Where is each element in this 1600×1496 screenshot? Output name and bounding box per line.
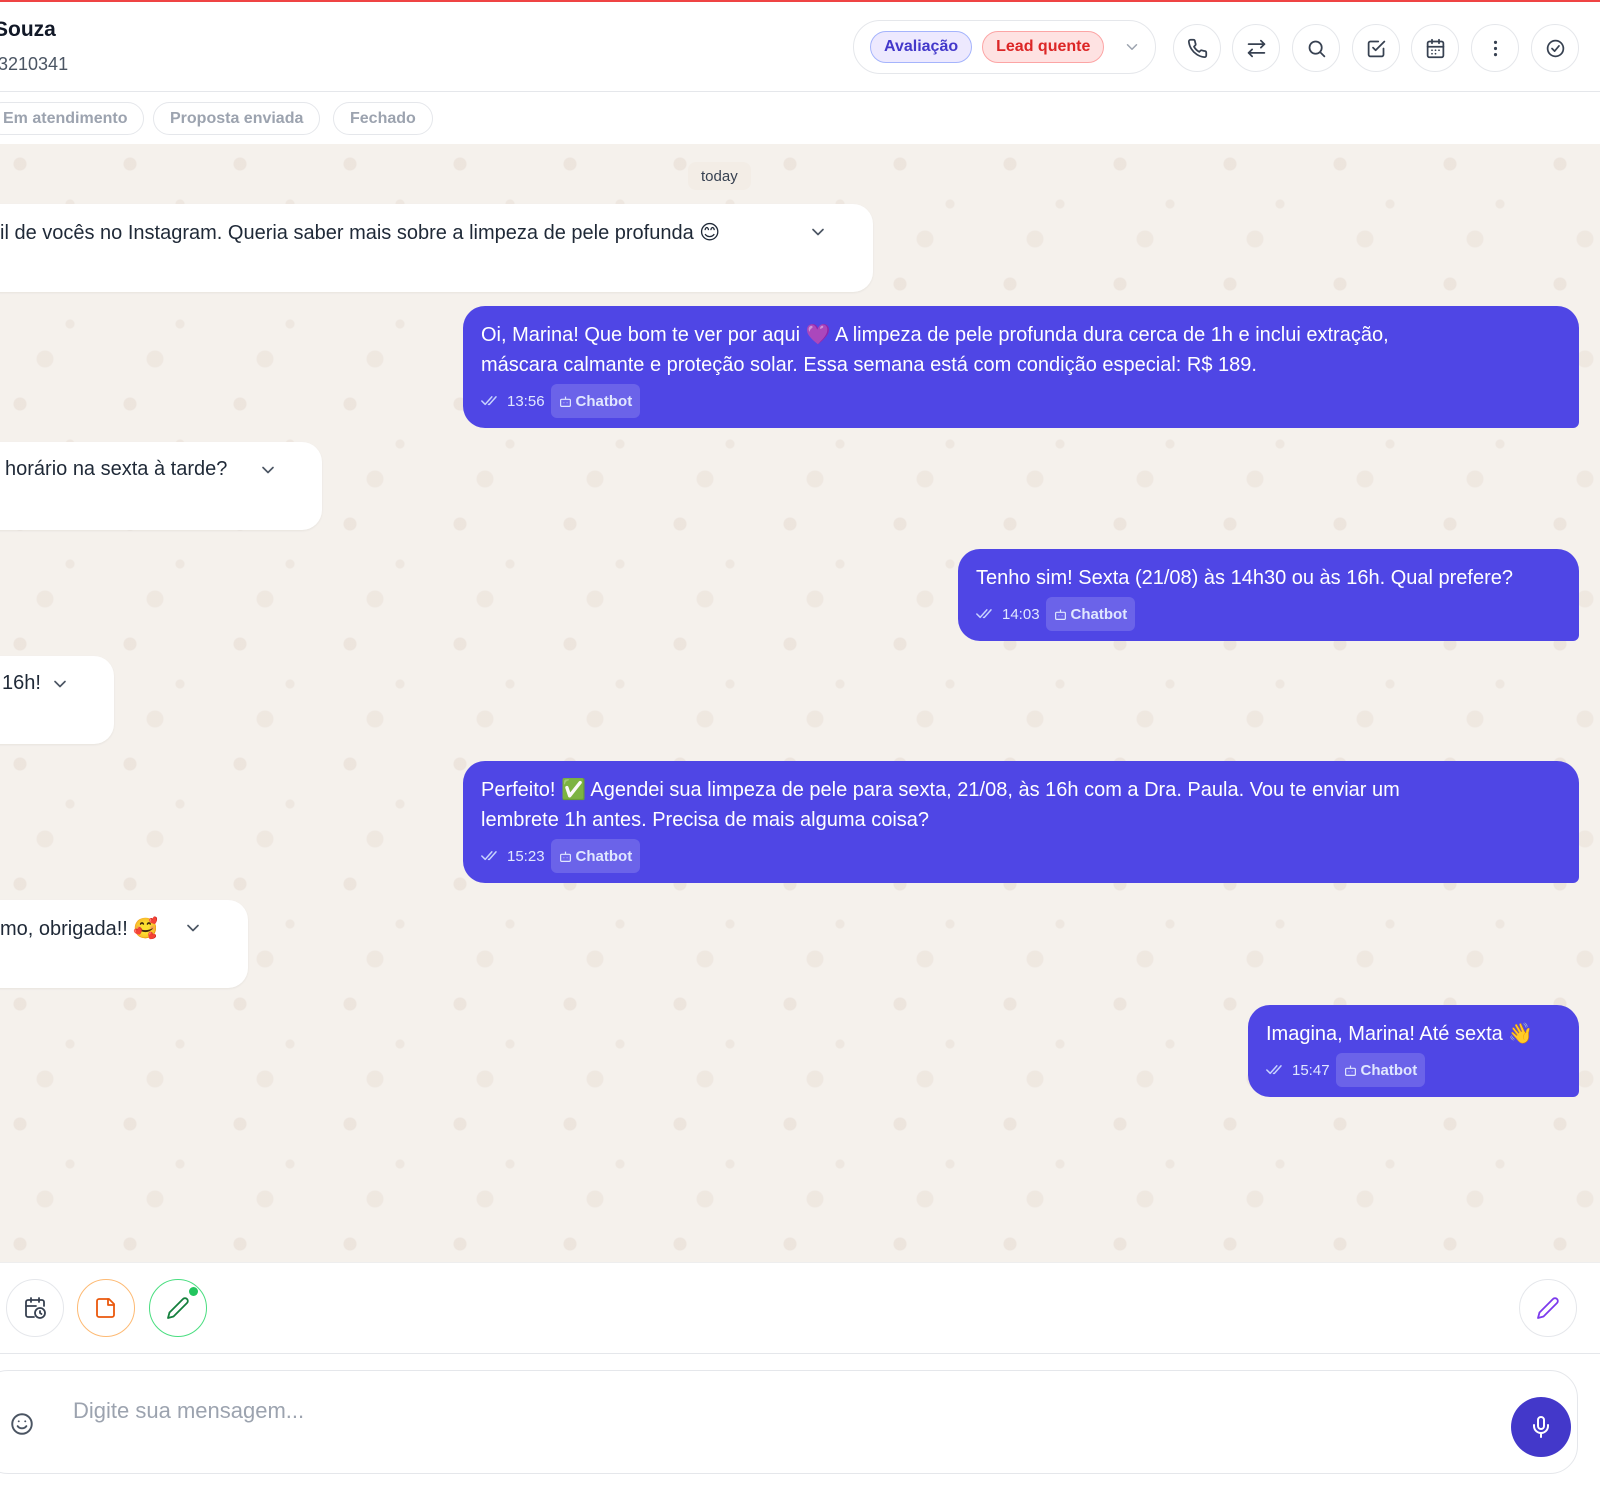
message-time: 13:56: [507, 392, 545, 410]
chevron-down-icon[interactable]: [1122, 37, 1142, 57]
task-check-icon: [1367, 40, 1385, 57]
incoming-message: il de vocês no Instagram. Queria saber m…: [0, 204, 873, 292]
message-time: 15:23: [507, 847, 545, 865]
phone-icon: [1187, 38, 1207, 58]
bot-icon: [559, 396, 571, 407]
edit-pencil-icon: [167, 1297, 189, 1319]
incoming-message: mo, obrigada!! 🥰: [0, 900, 248, 988]
chevron-down-icon[interactable]: [50, 674, 70, 694]
chat-header: Souza 3210341 Avaliação Lead quente: [0, 2, 1600, 92]
date-separator: today: [688, 162, 751, 190]
contact-name: Souza: [0, 18, 56, 41]
calendar-button[interactable]: [1411, 24, 1459, 72]
message-input[interactable]: [73, 1391, 1373, 1431]
transfer-button[interactable]: [1232, 24, 1280, 72]
stage-fechado[interactable]: Fechado: [333, 102, 433, 135]
signature-pencil-icon: [1537, 1297, 1559, 1319]
double-check-icon: [1266, 1065, 1282, 1075]
chevron-down-icon[interactable]: [808, 222, 828, 242]
outgoing-line: Tenho sim! Sexta (21/08) às 14h30 ou às …: [976, 567, 1514, 589]
message-meta: 15:47 Chatbot: [1266, 1053, 1426, 1087]
outgoing-message: Perfeito! ✅ Agendei sua limpeza de pele …: [463, 761, 1579, 883]
outgoing-line: Oi, Marina! Que bom te ver por aqui 💜 A …: [481, 324, 1389, 346]
chatbot-badge-label: Chatbot: [1070, 605, 1128, 623]
tag-avaliacao[interactable]: Avaliação: [870, 31, 973, 63]
search-icon: [1308, 40, 1325, 57]
outgoing-line: lembrete 1h antes. Precisa de mais algum…: [481, 809, 930, 831]
resolve-check-icon: [1546, 39, 1564, 57]
incoming-message-text: mo, obrigada!! 🥰: [0, 918, 159, 940]
stage-bar: Em atendimento Proposta enviada Fechado: [0, 92, 1600, 144]
outgoing-message-text: Tenho sim! Sexta (21/08) às 14h30 ou às …: [976, 563, 1513, 593]
message-time: 15:47: [1292, 1061, 1330, 1079]
outgoing-message-text: Perfeito! ✅ Agendei sua limpeza de pele …: [481, 775, 1400, 835]
chatbot-badge: Chatbot: [550, 384, 641, 418]
more-vertical-icon: [1493, 40, 1497, 56]
chatbot-badge: Chatbot: [550, 839, 641, 873]
message-time: 14:03: [1002, 605, 1040, 623]
incoming-message-text: 16h!: [2, 672, 41, 694]
message-meta: 14:03 Chatbot: [976, 597, 1136, 631]
chatbot-badge-label: Chatbot: [575, 392, 633, 410]
bot-icon: [1054, 609, 1066, 620]
outgoing-message: Oi, Marina! Que bom te ver por aqui 💜 A …: [463, 306, 1579, 428]
signature-button[interactable]: [1519, 1279, 1577, 1337]
emoji-icon[interactable]: [9, 1411, 35, 1437]
outgoing-message-text: Imagina, Marina! Até sexta 👋: [1266, 1019, 1533, 1049]
chevron-down-icon[interactable]: [258, 460, 278, 480]
note-icon: [96, 1298, 115, 1318]
more-options-button[interactable]: [1471, 24, 1519, 72]
double-check-icon: [976, 609, 992, 619]
schedule-message-button[interactable]: [6, 1279, 64, 1337]
bot-icon: [559, 851, 571, 862]
note-button[interactable]: [77, 1279, 135, 1337]
double-check-icon: [481, 396, 497, 406]
chatbot-badge-label: Chatbot: [1360, 1061, 1418, 1079]
incoming-message-text: il de vocês no Instagram. Queria saber m…: [0, 222, 721, 244]
chatbot-badge: Chatbot: [1335, 1053, 1426, 1087]
voice-record-button[interactable]: [1511, 1397, 1571, 1457]
chatbot-badge: Chatbot: [1045, 597, 1136, 631]
message-meta: 13:56 Chatbot: [481, 384, 641, 418]
incoming-message: horário na sexta à tarde?: [0, 442, 322, 530]
outgoing-message: Tenho sim! Sexta (21/08) às 14h30 ou às …: [958, 549, 1579, 641]
outgoing-message-text: Oi, Marina! Que bom te ver por aqui 💜 A …: [481, 320, 1389, 380]
resolve-button[interactable]: [1531, 24, 1579, 72]
edit-button[interactable]: [149, 1279, 207, 1337]
outgoing-line: máscara calmante e proteção solar. Essa …: [481, 354, 1257, 376]
call-button[interactable]: [1173, 24, 1221, 72]
contact-phone: 3210341: [0, 54, 69, 74]
microphone-icon: [1533, 1416, 1549, 1438]
outgoing-line: Perfeito! ✅ Agendei sua limpeza de pele …: [481, 779, 1400, 801]
tag-selector[interactable]: Avaliação Lead quente: [853, 20, 1156, 74]
chatbot-badge-label: Chatbot: [575, 847, 633, 865]
tag-lead-quente[interactable]: Lead quente: [982, 31, 1105, 63]
stage-proposta-enviada[interactable]: Proposta enviada: [153, 102, 321, 135]
search-button[interactable]: [1292, 24, 1340, 72]
calendar-icon: [1426, 38, 1444, 58]
chat-messages[interactable]: today il de vocês no Instagram. Queria s…: [0, 144, 1600, 1262]
message-composer: [0, 1370, 1578, 1474]
outgoing-message: Imagina, Marina! Até sexta 👋 15:47 Chatb…: [1248, 1005, 1579, 1097]
chevron-down-icon[interactable]: [183, 918, 203, 938]
outgoing-line: Imagina, Marina! Até sexta 👋: [1266, 1023, 1534, 1045]
message-meta: 15:23 Chatbot: [481, 839, 641, 873]
incoming-message: 16h!: [0, 656, 114, 744]
stage-em-atendimento[interactable]: Em atendimento: [0, 102, 145, 135]
active-indicator-dot: [189, 1287, 198, 1296]
incoming-message-text: horário na sexta à tarde?: [5, 458, 228, 480]
schedule-icon: [25, 1297, 46, 1319]
double-check-icon: [481, 851, 497, 861]
transfer-icon: [1247, 39, 1265, 57]
task-button[interactable]: [1352, 24, 1400, 72]
bot-icon: [1344, 1065, 1356, 1076]
composer-toolbar: [0, 1262, 1600, 1354]
